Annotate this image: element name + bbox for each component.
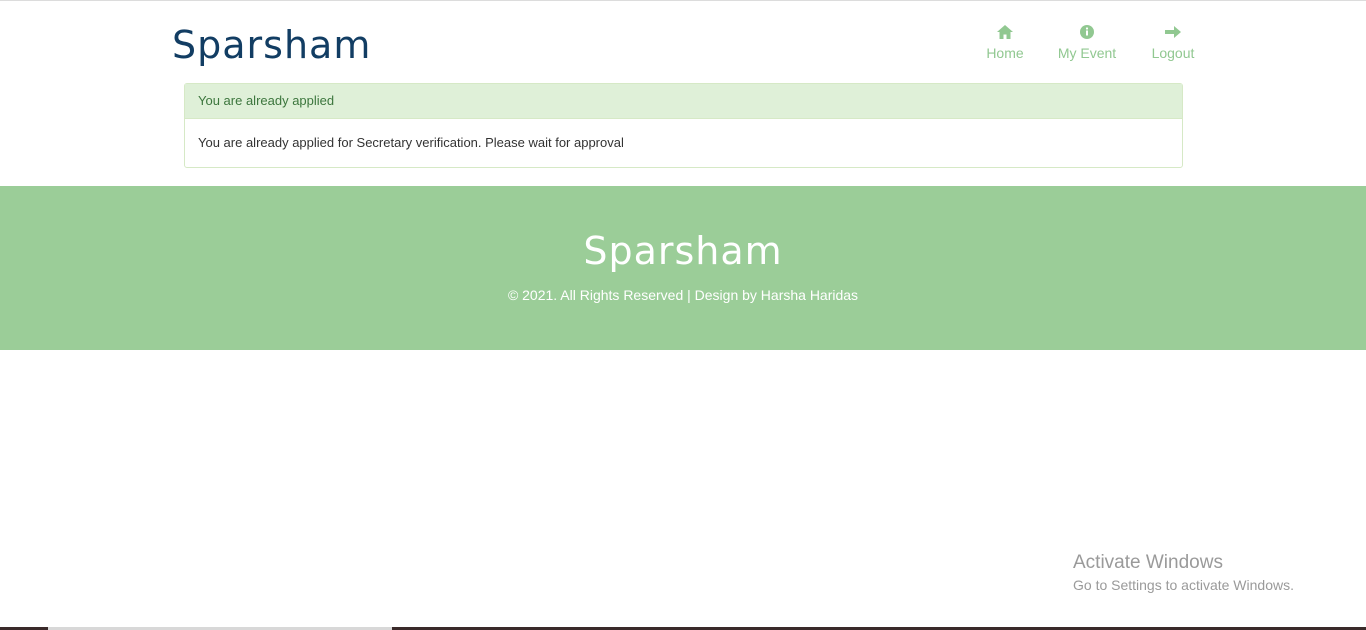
footer-copyright: © 2021. All Rights Reserved | Design by … xyxy=(507,287,859,303)
alert-panel: You are already applied You are already … xyxy=(184,83,1183,168)
panel-heading: You are already applied xyxy=(185,84,1182,119)
arrow-right-icon xyxy=(1164,23,1182,41)
nav-my-event[interactable]: My Event xyxy=(1042,23,1132,61)
nav-home-label: Home xyxy=(986,45,1024,61)
nav-my-event-label: My Event xyxy=(1057,45,1117,61)
nav-home[interactable]: Home xyxy=(960,23,1050,61)
site-header: Sparsham Home My Event Logout xyxy=(0,3,1366,83)
nav-logout-label: Logout xyxy=(1151,45,1195,61)
site-footer: Sparsham © 2021. All Rights Reserved | D… xyxy=(0,186,1366,350)
site-logo[interactable]: Sparsham xyxy=(172,21,371,69)
watermark-subtitle: Go to Settings to activate Windows. xyxy=(1073,577,1294,593)
windows-activation-watermark: Activate Windows Go to Settings to activ… xyxy=(1073,551,1294,595)
info-icon xyxy=(1079,23,1095,41)
panel-message: You are already applied for Secretary ve… xyxy=(198,135,624,150)
nav-logout[interactable]: Logout xyxy=(1128,23,1218,61)
footer-logo: Sparsham xyxy=(583,229,783,273)
home-icon xyxy=(996,23,1014,41)
watermark-title: Activate Windows xyxy=(1073,552,1223,573)
